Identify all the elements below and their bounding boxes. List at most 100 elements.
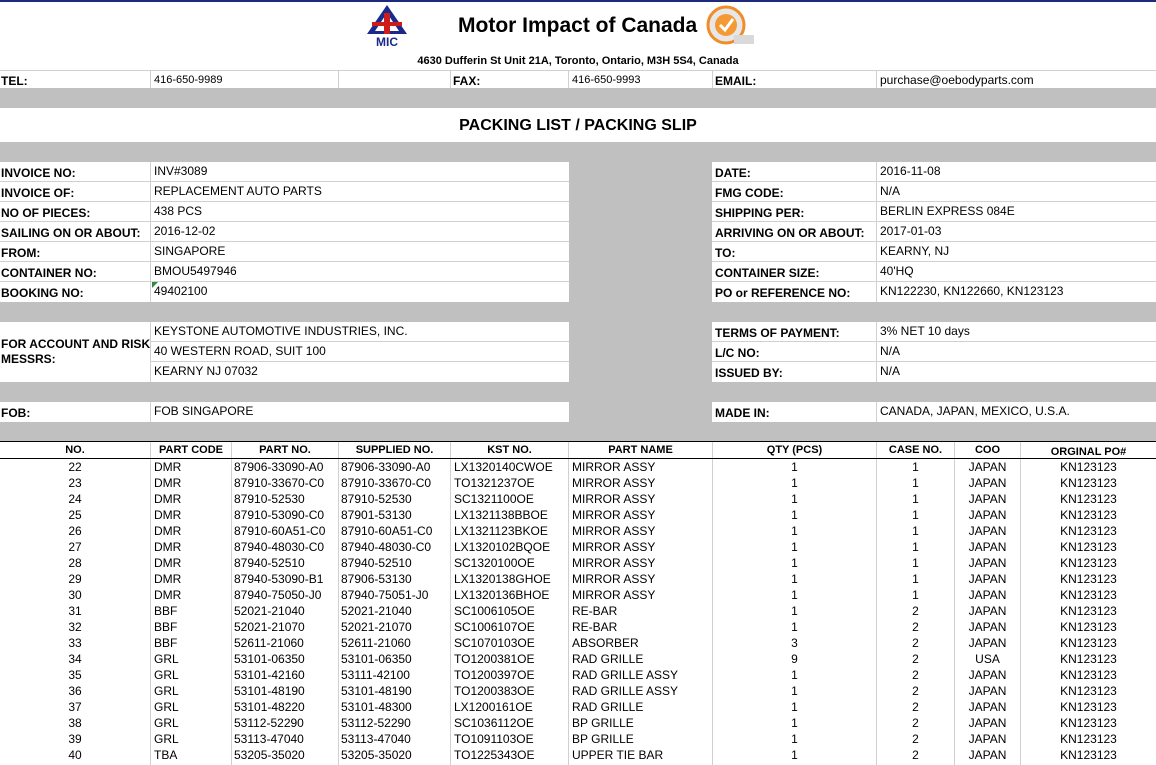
cell-part-code: DMR [154, 524, 182, 538]
cell-coo: JAPAN [968, 748, 1007, 762]
cell-coo: JAPAN [968, 604, 1007, 618]
divider [876, 322, 877, 382]
table-row: 39 GRL 53113-47040 53113-47040 TO1091103OE BP… [0, 731, 1156, 747]
account-line-3: KEARNY NJ 07032 [154, 364, 258, 378]
divider [712, 261, 1156, 262]
invoice-info-right: DATE: 2016-11-08 FMG CODE: N/A SHIPPING … [712, 162, 1156, 302]
divider [0, 221, 569, 222]
logo-text: MIC [376, 35, 398, 48]
divider [150, 402, 151, 422]
cell-case-no: 2 [912, 668, 919, 682]
cell-case-no: 2 [912, 684, 919, 698]
cell-qty: 1 [791, 620, 798, 634]
cell-part-no: 87906-33090-A0 [234, 460, 324, 474]
cell-supplied-no: 87910-33670-C0 [341, 476, 432, 490]
col-header-case-no: CASE NO. [888, 444, 943, 456]
cell-case-no: 1 [912, 524, 919, 538]
divider [150, 70, 151, 88]
cell-part-code: GRL [154, 668, 179, 682]
document-title: PACKING LIST / PACKING SLIP [459, 117, 697, 134]
cell-part-code: GRL [154, 652, 179, 666]
cell-part-name: RAD GRILLE [572, 652, 644, 666]
cell-no: 37 [68, 700, 82, 714]
cell-no: 23 [68, 476, 82, 490]
company-address: 4630 Dufferin St Unit 21A, Toronto, Onta… [417, 55, 739, 67]
cell-part-name: MIRROR ASSY [572, 540, 656, 554]
cell-original-po: KN123123 [1060, 460, 1117, 474]
cell-part-no: 87940-48030-C0 [234, 540, 325, 554]
cell-qty: 1 [791, 604, 798, 618]
cell-qty: 1 [791, 684, 798, 698]
divider [0, 281, 569, 282]
table-row: 27 DMR 87940-48030-C0 87940-48030-C0 LX13201… [0, 539, 1156, 555]
fob-row: FOB: FOB SINGAPORE [0, 402, 569, 422]
cell-no: 30 [68, 588, 82, 602]
cell-part-code: DMR [154, 540, 182, 554]
booking-no-value: 49402100 [154, 284, 208, 298]
gray-band [0, 142, 1156, 162]
cell-coo: JAPAN [968, 700, 1007, 714]
to-value: KEARNY, NJ [880, 244, 950, 258]
fob-label: FOB: [1, 406, 31, 420]
cell-supplied-no: 52021-21070 [341, 620, 412, 634]
cell-kst-no: SC1321100OE [454, 492, 534, 506]
cell-no: 40 [68, 748, 82, 762]
packing-table-body: 22 DMR 87906-33090-A0 87906-33090-A0 LX13201… [0, 459, 1156, 765]
cell-part-name: RE-BAR [572, 620, 618, 634]
cell-qty: 1 [791, 540, 798, 554]
divider [150, 341, 569, 342]
cell-original-po: KN123123 [1060, 604, 1117, 618]
cell-qty: 1 [791, 460, 798, 474]
mic-logo: MIC [362, 4, 412, 49]
cell-coo: JAPAN [968, 540, 1007, 554]
cell-no: 38 [68, 716, 82, 730]
cell-part-code: GRL [154, 684, 179, 698]
sailing-value: 2016-12-02 [154, 224, 216, 238]
gray-band [0, 422, 1156, 441]
account-line-2: 40 WESTERN ROAD, SUIT 100 [154, 344, 326, 358]
cell-original-po: KN123123 [1060, 700, 1117, 714]
cell-original-po: KN123123 [1060, 476, 1117, 490]
header-top-border [0, 0, 1156, 2]
cell-part-code: BBF [154, 636, 178, 650]
cell-case-no: 2 [912, 700, 919, 714]
cell-no: 31 [68, 604, 82, 618]
cell-part-name: BP GRILLE [572, 716, 634, 730]
cell-coo: JAPAN [968, 588, 1007, 602]
cell-qty: 1 [791, 508, 798, 522]
cell-part-name: MIRROR ASSY [572, 476, 656, 490]
fmg-label: FMG CODE: [715, 186, 784, 200]
cell-part-no: 53112-52290 [234, 716, 304, 730]
cell-kst-no: TO1321237OE [454, 476, 535, 490]
invoice-of-value: REPLACEMENT AUTO PARTS [154, 184, 322, 198]
cell-case-no: 1 [912, 588, 919, 602]
cell-qty: 1 [791, 668, 798, 682]
divider [712, 241, 1156, 242]
cell-original-po: KN123123 [1060, 588, 1117, 602]
cell-kst-no: LX1321138BBOE [454, 508, 548, 522]
cell-supplied-no: 87901-53130 [341, 508, 412, 522]
cell-part-name: BP GRILLE [572, 732, 634, 746]
cell-part-no: 87910-33670-C0 [234, 476, 325, 490]
cell-qty: 1 [791, 492, 798, 506]
po-ref-label: PO or REFERENCE NO: [715, 286, 851, 300]
table-row: 38 GRL 53112-52290 53112-52290 SC1036112OE BP… [0, 715, 1156, 731]
company-name: Motor Impact of Canada [458, 14, 698, 37]
cell-part-name: MIRROR ASSY [572, 556, 656, 570]
cell-part-code: BBF [154, 620, 178, 634]
cell-qty: 9 [791, 652, 798, 666]
cell-part-name: MIRROR ASSY [572, 492, 656, 506]
divider [150, 361, 569, 362]
date-label: DATE: [715, 166, 751, 180]
email-value: purchase@oebodyparts.com [880, 73, 1034, 87]
cell-original-po: KN123123 [1060, 508, 1117, 522]
cell-part-code: GRL [154, 732, 179, 746]
gray-band [0, 382, 569, 402]
container-no-label: CONTAINER NO: [1, 266, 97, 280]
table-row: 36 GRL 53101-48190 53101-48190 TO1200383OE RA… [0, 683, 1156, 699]
cell-part-name: MIRROR ASSY [572, 460, 656, 474]
cell-qty: 1 [791, 700, 798, 714]
cell-part-no: 52611-21060 [234, 636, 304, 650]
cell-part-no: 87910-52530 [234, 492, 305, 506]
divider [0, 181, 569, 182]
